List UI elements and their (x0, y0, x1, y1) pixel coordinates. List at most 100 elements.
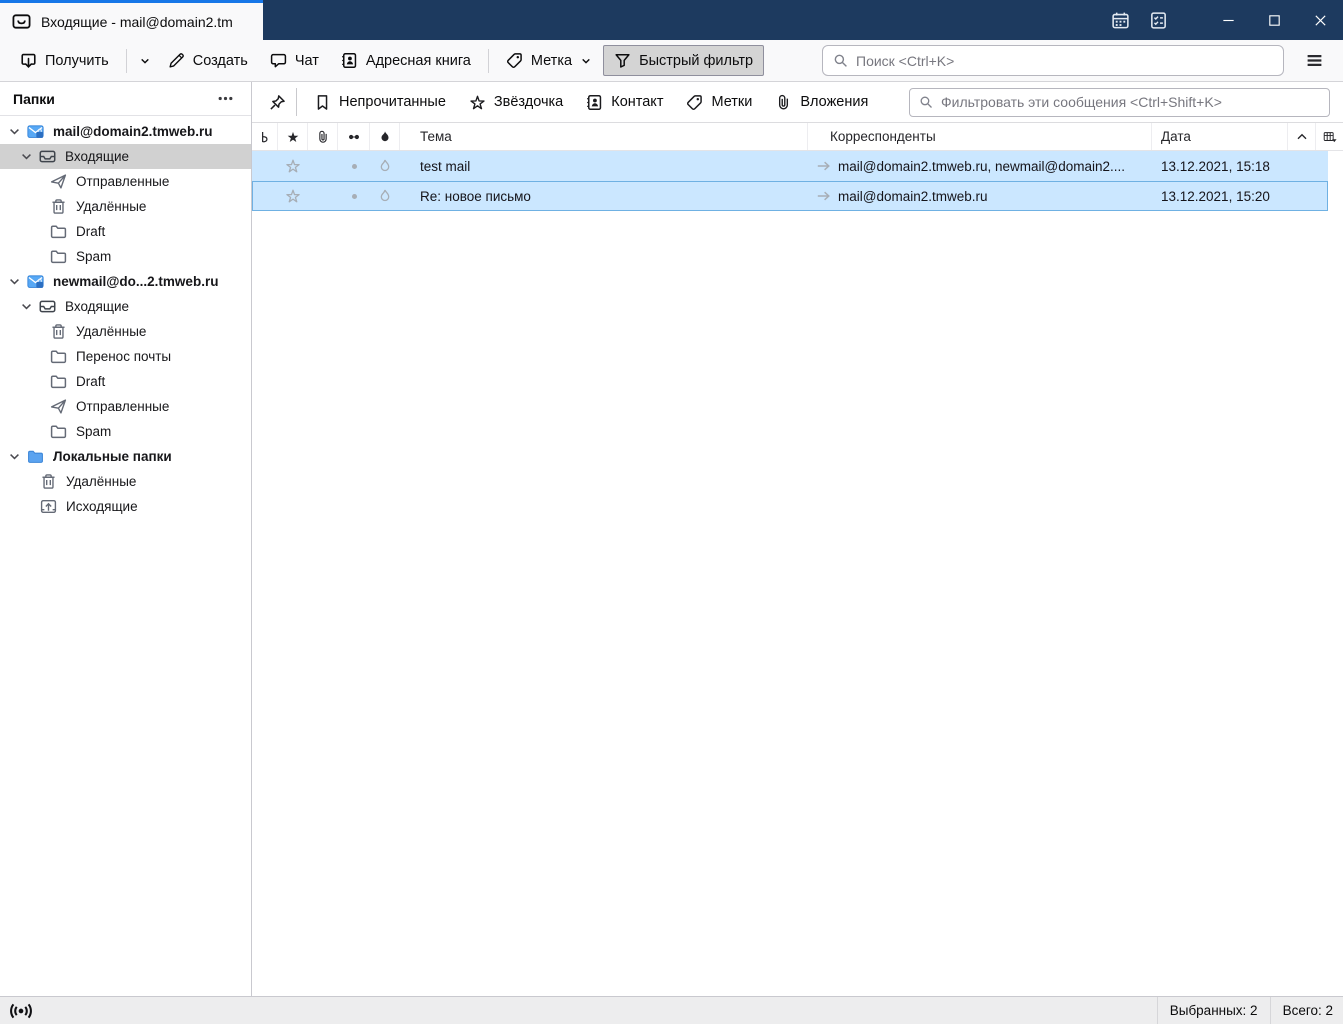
chevron-down-icon (580, 55, 592, 67)
get-messages-button[interactable]: Получить (9, 45, 120, 76)
folder-item-draft1[interactable]: Draft (0, 219, 251, 244)
column-starred[interactable] (278, 123, 308, 150)
folder-item-account1[interactable]: mail@domain2.tmweb.ru (0, 119, 251, 144)
chevron-down-icon[interactable] (8, 275, 21, 288)
write-button[interactable]: Создать (157, 45, 259, 76)
column-date[interactable]: Дата (1152, 123, 1288, 150)
tasks-button[interactable] (1139, 0, 1177, 40)
status-separator (1156, 997, 1158, 1024)
star-outline-icon (285, 188, 301, 204)
folder-label: newmail@do...2.tmweb.ru (53, 274, 219, 289)
chevron-down-icon[interactable] (20, 150, 33, 163)
folder-pane-options-button[interactable] (212, 88, 238, 110)
folder-label: Отправленные (76, 174, 170, 189)
read-toggle[interactable] (338, 151, 370, 181)
tag-button[interactable]: Метка (495, 45, 603, 76)
chevron-down-icon[interactable] (20, 300, 33, 313)
folder-icon (50, 223, 67, 240)
flame-outline-icon (377, 188, 393, 204)
column-junk[interactable] (370, 123, 400, 150)
quick-filter-toggle-button[interactable]: Быстрый фильтр (603, 45, 765, 76)
message-correspondents: mail@domain2.tmweb.ru (808, 181, 1152, 211)
glasses-icon (347, 130, 361, 144)
message-row[interactable]: test mail mail@domain2.tmweb.ru, newmail… (252, 151, 1328, 181)
folder-label: Draft (76, 224, 106, 239)
get-messages-dropdown[interactable] (133, 48, 157, 74)
message-date: 13.12.2021, 15:20 (1161, 188, 1270, 204)
folder-item-inbox1[interactable]: Входящие (0, 144, 251, 169)
junk-toggle[interactable] (370, 151, 400, 181)
folder-item-inbox2[interactable]: Входящие (0, 294, 251, 319)
search-input[interactable] (856, 52, 1273, 69)
message-row[interactable]: Re: новое письмо mail@domain2.tmweb.ru 1… (252, 181, 1328, 211)
chevron-down-icon[interactable] (8, 125, 21, 138)
folder-label: Удалённые (76, 199, 147, 214)
global-search-box[interactable] (822, 45, 1284, 76)
window-tab[interactable]: Входящие - mail@domain2.tm (0, 0, 263, 40)
column-correspondents[interactable]: Корреспонденты (808, 123, 1152, 150)
folder-item-mail-transfer[interactable]: Перенос почты (0, 344, 251, 369)
column-attachments[interactable] (308, 123, 338, 150)
filter-unread-button[interactable]: Непрочитанные (305, 89, 455, 116)
tab-title: Входящие - mail@domain2.tm (41, 13, 233, 30)
close-button[interactable] (1297, 0, 1343, 40)
sticky-filter-button[interactable] (262, 87, 292, 117)
folder-icon (50, 248, 67, 265)
toolbar-separator (125, 48, 127, 73)
folder-item-spam2[interactable]: Spam (0, 419, 251, 444)
folder-icon (50, 373, 67, 390)
column-read[interactable] (338, 123, 370, 150)
folder-item-trash-local[interactable]: Удалённые (0, 469, 251, 494)
minimize-button[interactable] (1205, 0, 1251, 40)
folder-item-sent2[interactable]: Отправленные (0, 394, 251, 419)
read-toggle[interactable] (338, 181, 370, 211)
folder-label: Входящие (65, 299, 130, 314)
mail-toolbar: Получить Создать Чат Адресная книга Метк… (0, 40, 1343, 82)
selected-count: Выбранных: 2 (1169, 1003, 1258, 1018)
star-toggle[interactable] (278, 181, 308, 211)
column-thread[interactable] (252, 123, 278, 150)
folder-item-sent1[interactable]: Отправленные (0, 169, 251, 194)
app-menu-button[interactable] (1294, 44, 1334, 78)
folder-label: Spam (76, 249, 112, 264)
quick-filter-search-box[interactable] (909, 87, 1330, 117)
chevron-down-icon[interactable] (8, 450, 21, 463)
folder-pane: Папки mail@domain2.tmweb.ru Входящие Отп… (0, 82, 252, 996)
column-picker-button[interactable] (1316, 123, 1343, 150)
chat-icon (270, 52, 287, 69)
filter-tags-button[interactable]: Метки (677, 89, 761, 116)
filter-starred-button[interactable]: Звёздочка (460, 89, 572, 116)
attachment-cell (308, 151, 338, 181)
filter-attachment-label: Вложения (800, 94, 869, 110)
main-area: Папки mail@domain2.tmweb.ru Входящие Отп… (0, 82, 1343, 996)
junk-toggle[interactable] (370, 181, 400, 211)
sort-direction-indicator[interactable] (1288, 123, 1316, 150)
folder-item-spam1[interactable]: Spam (0, 244, 251, 269)
filter-contact-button[interactable]: Контакт (577, 89, 672, 116)
column-subject-label: Тема (420, 129, 452, 144)
folder-item-outbox[interactable]: Исходящие (0, 494, 251, 519)
status-counts: Выбранных: 2 Всего: 2 (1145, 997, 1333, 1024)
column-subject[interactable]: Тема (400, 123, 808, 150)
folder-label: Отправленные (76, 399, 170, 414)
folder-item-account2[interactable]: newmail@do...2.tmweb.ru (0, 269, 251, 294)
titlebar-controls (1101, 0, 1343, 40)
inbox-icon (39, 298, 56, 315)
filter-attachment-button[interactable]: Вложения (766, 89, 877, 116)
star-toggle[interactable] (278, 151, 308, 181)
address-book-button[interactable]: Адресная книга (330, 45, 482, 76)
bookmark-icon (314, 94, 331, 111)
hamburger-icon (1305, 51, 1324, 70)
folder-label: Удалённые (66, 474, 137, 489)
calendar-button[interactable] (1101, 0, 1139, 40)
folder-label: Удалённые (76, 324, 147, 339)
chat-button[interactable]: Чат (259, 45, 330, 76)
maximize-button[interactable] (1251, 0, 1297, 40)
folder-item-trash2[interactable]: Удалённые (0, 319, 251, 344)
send-icon (50, 173, 67, 190)
quick-filter-input[interactable] (941, 94, 1320, 110)
folder-item-local-folders[interactable]: Локальные папки (0, 444, 251, 469)
star-icon (286, 130, 300, 144)
folder-item-draft2[interactable]: Draft (0, 369, 251, 394)
folder-item-trash1[interactable]: Удалённые (0, 194, 251, 219)
